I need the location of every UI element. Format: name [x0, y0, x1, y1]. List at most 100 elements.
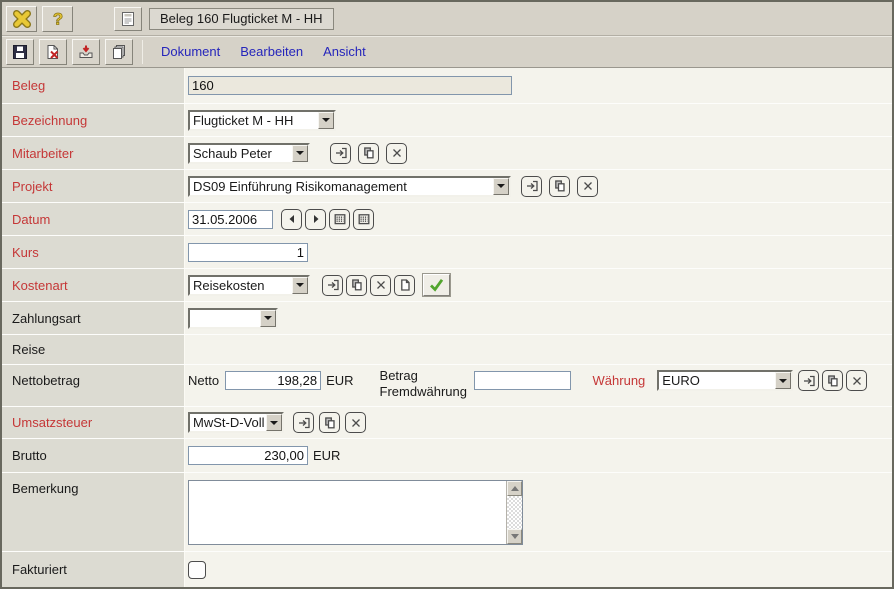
kostenart-select[interactable]: Reisekosten	[188, 274, 310, 296]
umsatzsteuer-dropdown-button[interactable]	[266, 414, 282, 431]
row-kurs: Kurs	[2, 236, 892, 269]
kostenart-clear-button[interactable]	[370, 274, 391, 296]
umsatzsteuer-select[interactable]: MwSt-D-Voll	[188, 412, 284, 433]
form-button[interactable]	[114, 6, 142, 31]
chevron-down-icon	[296, 283, 304, 287]
page-title-text: Beleg 160 Flugticket M - HH	[160, 11, 323, 26]
scroll-up-button[interactable]	[507, 481, 522, 496]
fakturiert-checkbox[interactable]	[188, 560, 206, 579]
waehrung-clear-button[interactable]	[846, 370, 868, 391]
check-icon	[430, 278, 444, 292]
kostenart-new-button[interactable]	[394, 274, 415, 296]
save-button[interactable]	[6, 38, 34, 65]
kostenart-dropdown-button[interactable]	[292, 276, 308, 294]
fakturiert-label: Fakturiert	[12, 562, 67, 577]
bemerkung-scrollbar[interactable]	[506, 481, 522, 544]
next-icon	[313, 215, 318, 223]
row-reise: Reise	[2, 335, 892, 365]
waehrung-label: Währung	[592, 373, 646, 388]
help-button[interactable]: ?	[42, 5, 73, 32]
waehrung-select-value: EURO	[662, 373, 700, 388]
kurs-input[interactable]	[188, 242, 308, 262]
copy-button[interactable]	[105, 38, 133, 65]
copy-icon	[351, 279, 362, 291]
beleg-input[interactable]	[188, 76, 512, 95]
mitarbeiter-clear-button[interactable]	[386, 142, 407, 164]
bemerkung-input[interactable]	[189, 481, 505, 544]
kostenart-confirm-button[interactable]	[422, 273, 451, 297]
row-bemerkung: Bemerkung	[2, 473, 892, 552]
waehrung-select[interactable]: EURO	[657, 370, 794, 391]
datum-calendar-button[interactable]	[329, 208, 350, 230]
projekt-open-button[interactable]	[521, 175, 542, 197]
copy-icon	[324, 416, 335, 428]
chevron-down-icon	[296, 151, 304, 155]
menu-bearbeiten[interactable]: Bearbeiten	[240, 44, 303, 59]
open-icon	[803, 375, 815, 386]
umsatzsteuer-select-value: MwSt-D-Voll	[193, 415, 265, 430]
kostenart-copy-button[interactable]	[346, 274, 367, 296]
mitarbeiter-label: Mitarbeiter	[12, 145, 74, 161]
datum-prev-button[interactable]	[281, 208, 302, 230]
datum-next-button[interactable]	[305, 208, 326, 230]
projekt-select-value: DS09 Einführung Risikomanagement	[193, 178, 407, 194]
delete-button[interactable]	[39, 38, 67, 65]
mitarbeiter-select[interactable]: Schaub Peter	[188, 142, 310, 164]
row-projekt: Projekt DS09 Einführung Risikomanagement	[2, 170, 892, 203]
waehrung-copy-button[interactable]	[822, 370, 844, 391]
menu-ansicht[interactable]: Ansicht	[323, 44, 366, 59]
projekt-dropdown-button[interactable]	[493, 177, 509, 195]
row-kostenart: Kostenart Reisekosten	[2, 269, 892, 302]
open-icon	[327, 279, 339, 291]
mitarbeiter-dropdown-button[interactable]	[292, 144, 308, 162]
waehrung-dropdown-button[interactable]	[775, 372, 792, 389]
brutto-input[interactable]	[188, 446, 308, 465]
mitarbeiter-open-button[interactable]	[330, 142, 351, 164]
zahlungsart-dropdown-button[interactable]	[260, 309, 276, 327]
umsatzsteuer-label: Umsatzsteuer	[12, 415, 93, 430]
mitarbeiter-copy-button[interactable]	[358, 142, 379, 164]
zahlungsart-label: Zahlungsart	[12, 310, 81, 326]
clear-icon	[583, 182, 592, 190]
clear-icon	[376, 281, 385, 289]
scroll-down-button[interactable]	[507, 529, 522, 544]
kostenart-select-value: Reisekosten	[193, 277, 265, 293]
projekt-clear-button[interactable]	[577, 175, 598, 197]
calendar-icon	[334, 214, 345, 225]
chevron-down-icon	[322, 118, 330, 122]
projekt-copy-button[interactable]	[549, 175, 570, 197]
row-bezeichnung: Bezeichnung Flugticket M - HH	[2, 104, 892, 137]
datum-calendar-range-button[interactable]	[353, 208, 374, 230]
datum-input[interactable]	[188, 209, 273, 229]
clear-icon	[392, 149, 401, 157]
umsatzsteuer-clear-button[interactable]	[345, 412, 366, 433]
kostenart-open-button[interactable]	[322, 274, 343, 296]
clear-icon	[351, 418, 360, 427]
nettobetrag-label: Nettobetrag	[12, 373, 80, 388]
chevron-down-icon	[264, 316, 272, 320]
bezeichnung-dropdown-button[interactable]	[318, 111, 334, 129]
row-datum: Datum	[2, 203, 892, 236]
close-button[interactable]	[6, 5, 37, 32]
calendar-icon	[358, 214, 369, 225]
bemerkung-field	[188, 480, 523, 545]
zahlungsart-select[interactable]	[188, 307, 278, 329]
fremdwaehrung-input[interactable]	[473, 371, 571, 390]
bezeichnung-select[interactable]: Flugticket M - HH	[188, 109, 336, 131]
projekt-select[interactable]: DS09 Einführung Risikomanagement	[188, 175, 511, 197]
netto-unit: EUR	[326, 373, 354, 388]
copy-icon	[554, 180, 565, 192]
umsatzsteuer-open-button[interactable]	[293, 412, 314, 433]
netto-input[interactable]	[225, 371, 322, 390]
bezeichnung-label: Bezeichnung	[12, 112, 88, 128]
menu-dokument[interactable]: Dokument	[161, 44, 220, 59]
projekt-label: Projekt	[12, 178, 53, 194]
import-button[interactable]	[72, 38, 100, 65]
scrollbar-track[interactable]	[507, 496, 522, 529]
delete-icon	[47, 44, 59, 59]
bemerkung-label: Bemerkung	[12, 481, 79, 496]
page-title: Beleg 160 Flugticket M - HH	[149, 7, 334, 30]
waehrung-open-button[interactable]	[798, 370, 820, 391]
umsatzsteuer-copy-button[interactable]	[319, 412, 340, 433]
help-icon: ?	[52, 10, 63, 28]
